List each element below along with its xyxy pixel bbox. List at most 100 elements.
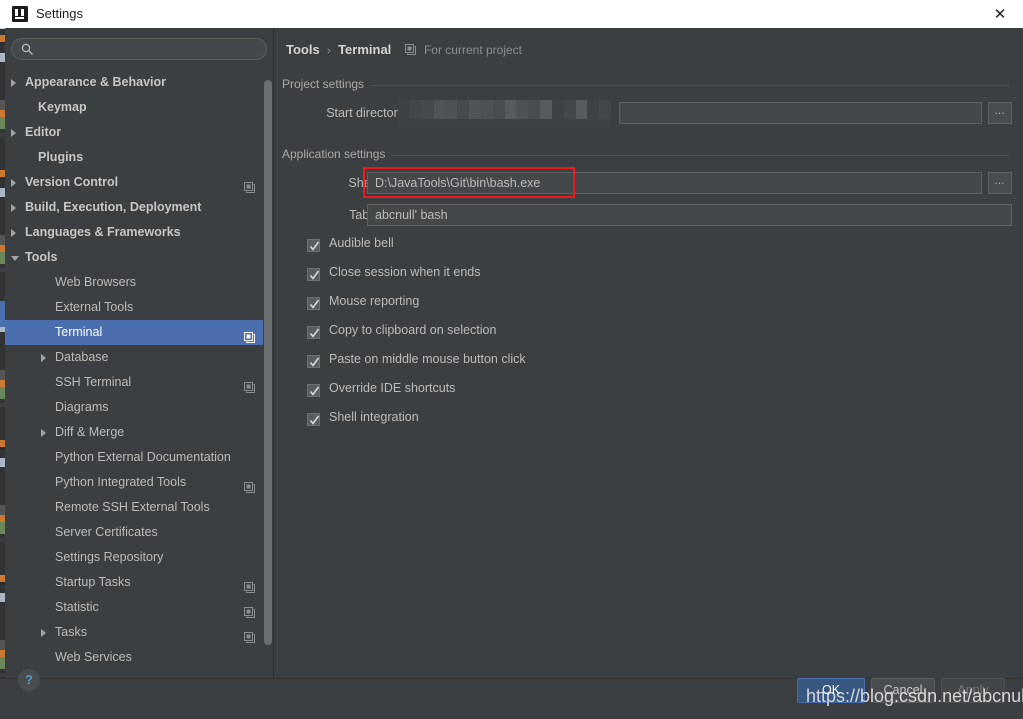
chevron-right-icon[interactable] [41, 429, 46, 437]
sidebar-item-appearance-behavior[interactable]: Appearance & Behavior [5, 70, 273, 95]
ok-button[interactable]: OK [797, 678, 865, 703]
sidebar-item-diagrams[interactable]: Diagrams [5, 395, 273, 420]
breadcrumb-parent[interactable]: Tools [286, 42, 320, 57]
help-button[interactable]: ? [18, 669, 40, 691]
chevron-right-icon[interactable] [11, 204, 16, 212]
shell-path-input[interactable]: D:\JavaTools\Git\bin\bash.exe [367, 172, 982, 194]
project-scope-icon [244, 177, 255, 193]
checkbox-label: Shell integration [329, 410, 419, 424]
sidebar-item-external-tools[interactable]: External Tools [5, 295, 273, 320]
tab-name-input[interactable]: abcnull' bash [367, 204, 1012, 226]
sidebar-item-keymap[interactable]: Keymap [5, 95, 273, 120]
shell-path-value: D:\JavaTools\Git\bin\bash.exe [375, 176, 541, 190]
sidebar-item-build-execution-deployment[interactable]: Build, Execution, Deployment [5, 195, 273, 220]
sidebar-item-label: Tasks [55, 625, 87, 639]
checkbox-label: Paste on middle mouse button click [329, 352, 526, 366]
sidebar-item-label: Appearance & Behavior [25, 75, 167, 89]
chevron-right-icon[interactable] [11, 79, 16, 87]
sidebar-item-web-services[interactable]: Web Services [5, 645, 273, 670]
sidebar-item-terminal[interactable]: Terminal [5, 320, 273, 345]
settings-tree: Appearance & Behavior Keymap Editor Plugins… [5, 70, 273, 678]
dialog-footer: ? OK Cancel Apply [0, 669, 1023, 719]
group-divider-line [282, 85, 1009, 86]
group-application-settings: Application settings [282, 147, 1009, 163]
sidebar-item-server-certificates[interactable]: Server Certificates [5, 520, 273, 545]
sidebar-item-label: Statistic [55, 600, 99, 614]
sidebar-item-label: Plugins [38, 150, 84, 164]
sidebar-item-startup-tasks[interactable]: Startup Tasks [5, 570, 273, 595]
cancel-button[interactable]: Cancel [871, 678, 935, 703]
sidebar-item-tools[interactable]: Tools [5, 245, 273, 270]
sidebar-item-settings-repository[interactable]: Settings Repository [5, 545, 273, 570]
start-directory-label: Start directory [326, 106, 404, 120]
checkbox-box[interactable] [307, 268, 320, 281]
sidebar-item-python-external-documentation[interactable]: Python External Documentation [5, 445, 273, 470]
breadcrumb-scope-label: For current project [423, 43, 523, 57]
checkbox-label: Mouse reporting [329, 294, 420, 308]
chevron-right-icon[interactable] [41, 354, 46, 362]
checkbox-box[interactable] [307, 297, 320, 310]
project-scope-icon [244, 327, 255, 343]
checkbox-box[interactable] [307, 355, 320, 368]
chevron-right-icon[interactable] [11, 179, 16, 187]
checkbox-label: Audible bell [329, 236, 394, 250]
shell-path-browse-button[interactable]: … [988, 172, 1012, 194]
sidebar-item-ssh-terminal[interactable]: SSH Terminal [5, 370, 273, 395]
sidebar-item-label: Languages & Frameworks [25, 225, 181, 239]
group-project-settings: Project settings [282, 77, 1009, 93]
intellij-idea-icon [12, 6, 28, 22]
sidebar-item-editor[interactable]: Editor [5, 120, 273, 145]
sidebar-item-label: Tools [25, 250, 58, 264]
sidebar-item-plugins[interactable]: Plugins [5, 145, 273, 170]
sidebar-scrollbar-thumb[interactable] [264, 80, 272, 645]
sidebar-item-statistic[interactable]: Statistic [5, 595, 273, 620]
sidebar-item-label: Diagrams [55, 400, 109, 414]
project-scope-icon [244, 627, 255, 643]
close-icon: ✕ [993, 5, 1007, 23]
sidebar-item-label: Server Certificates [55, 525, 158, 539]
sidebar-item-label: Web Services [55, 650, 132, 664]
sidebar-item-label: External Tools [55, 300, 134, 314]
search-box[interactable] [11, 38, 267, 60]
window-title: Settings [36, 6, 83, 21]
search-input[interactable] [39, 41, 263, 60]
sidebar-item-label: Startup Tasks [55, 575, 131, 589]
chevron-right-icon[interactable] [11, 229, 16, 237]
sidebar-scrollbar[interactable] [263, 70, 273, 678]
sidebar-item-tasks[interactable]: Tasks [5, 620, 273, 645]
apply-button[interactable]: Apply [941, 678, 1005, 703]
help-question-icon: ? [25, 672, 33, 687]
sidebar-item-label: Settings Repository [55, 550, 164, 564]
sidebar-item-languages-frameworks[interactable]: Languages & Frameworks [5, 220, 273, 245]
sidebar-item-version-control[interactable]: Version Control [5, 170, 273, 195]
close-button[interactable]: ✕ [977, 0, 1023, 28]
sidebar-item-label: Database [55, 350, 109, 364]
settings-main-panel: Tools › Terminal For current project Pro… [274, 28, 1023, 678]
checkbox-box[interactable] [307, 326, 320, 339]
sidebar-item-python-integrated-tools[interactable]: Python Integrated Tools [5, 470, 273, 495]
checkbox-box[interactable] [307, 384, 320, 397]
project-scope-icon [244, 477, 255, 493]
sidebar-item-diff-merge[interactable]: Diff & Merge [5, 420, 273, 445]
sidebar-item-remote-ssh-external-tools[interactable]: Remote SSH External Tools [5, 495, 273, 520]
sidebar-item-label: Editor [25, 125, 62, 139]
checkbox-box[interactable] [307, 239, 320, 252]
project-scope-icon [404, 44, 416, 55]
checkbox-box[interactable] [307, 413, 320, 426]
checkbox-label: Close session when it ends [329, 265, 481, 279]
chevron-right-icon[interactable] [11, 129, 16, 137]
sidebar-item-label: Python Integrated Tools [55, 475, 187, 489]
sidebar-item-label: Remote SSH External Tools [55, 500, 210, 514]
start-directory-redaction [398, 100, 611, 128]
sidebar-item-web-browsers[interactable]: Web Browsers [5, 270, 273, 295]
sidebar-item-database[interactable]: Database [5, 345, 273, 370]
search-icon [21, 43, 33, 55]
breadcrumb: Tools › Terminal For current project [286, 42, 522, 57]
project-scope-icon [244, 377, 255, 393]
chevron-right-icon[interactable] [41, 629, 46, 637]
tab-name-value: abcnull' bash [375, 208, 448, 222]
chevron-down-icon[interactable] [11, 256, 19, 261]
start-directory-browse-button[interactable]: … [988, 102, 1012, 124]
start-directory-input[interactable] [619, 102, 982, 124]
group-application-settings-title: Application settings [282, 147, 392, 161]
